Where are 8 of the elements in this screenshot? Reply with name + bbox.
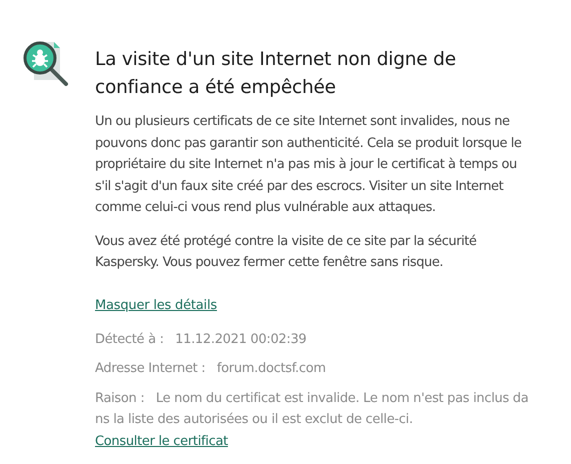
description-text: Vous avez été protégé contre la visite de ce site par la sécurité Kaspersky. Vous pouvez fermer cette fenêtre sans risque.: [95, 232, 478, 272]
detail-text: Raison : Le nom du certificat est invalide. Le nom n'est pas inclus dans la liste des autorisées ou il est exclut de celle-ci. Consulter le certificat: [95, 390, 529, 450]
description-text: Un ou plusieurs certificats de ce site Internet sont invalides, nous ne pouvons donc pas garantir son authenticité. Cela se produit lorsque le propriétaire du site Internet n'a pas mis à jour le certificat à temps ou s'il s'agit d'un faux site créé par des escrocs. Visiter un site Internet comme celui-ci vous rend plus vulnérable aux attaques.: [95, 113, 522, 217]
alert-title: La visite d'un site Internet non digne de confiance a été empêchée: [95, 48, 457, 100]
detail-text: Détecté à : 11.12.2021 00:02:39: [95, 330, 308, 348]
detail-text: Adresse Internet : forum.doctsf.com: [95, 360, 327, 378]
view-certificate-link[interactable]: Consulter le certificat: [95, 434, 228, 448]
hide-details-link[interactable]: Masquer les détails: [95, 298, 217, 312]
